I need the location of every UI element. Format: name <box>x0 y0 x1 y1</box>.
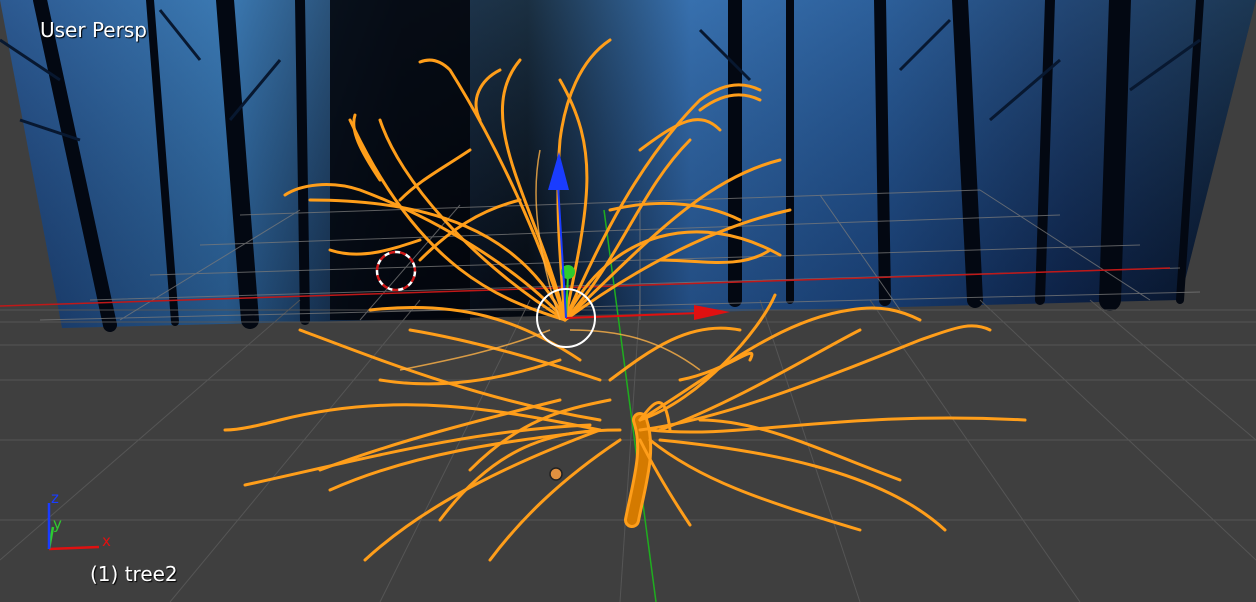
scene-canvas[interactable]: x y z <box>0 0 1256 602</box>
origin-dot-icon <box>549 467 563 481</box>
3d-viewport[interactable]: x y z User Persp (1) tree2 <box>0 0 1256 602</box>
gizmo-z-label: z <box>51 489 59 507</box>
gizmo-x-label: x <box>102 532 111 550</box>
object-info-label: (1) tree2 <box>90 562 178 586</box>
view-name-label: User Persp <box>40 18 147 42</box>
gizmo-y-label: y <box>53 515 62 533</box>
